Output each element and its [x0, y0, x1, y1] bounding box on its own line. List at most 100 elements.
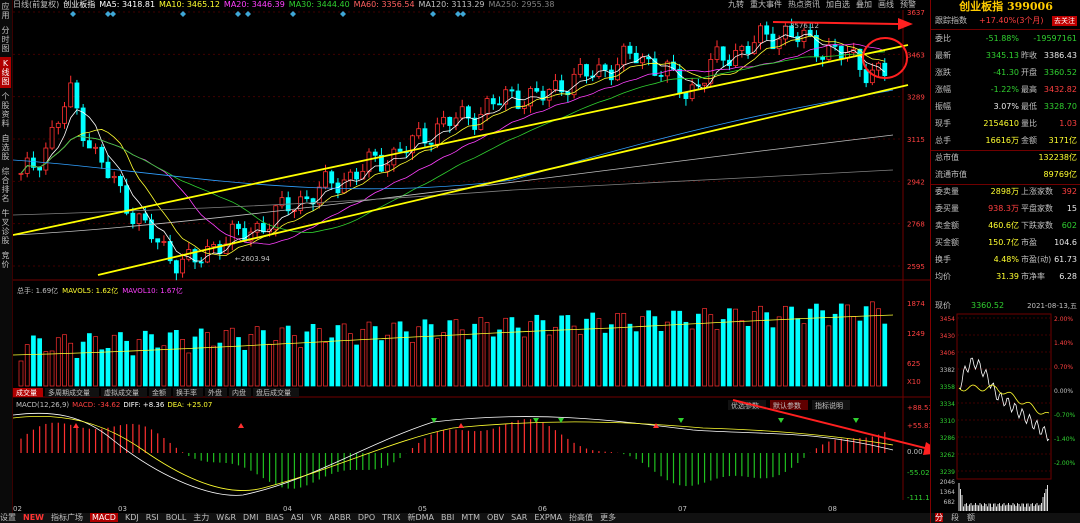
candle — [745, 45, 751, 54]
event-marker-icon[interactable] — [290, 11, 296, 17]
volume-bar — [609, 324, 614, 387]
quote-label: 市净率 — [1021, 272, 1045, 281]
left-tab[interactable]: 应用 — [0, 0, 11, 22]
quote-label: 买金额 — [935, 238, 959, 247]
left-tab[interactable]: 综合排名 — [0, 165, 11, 205]
candle — [74, 82, 80, 109]
indicator-tab-label: 多周期成交量 — [48, 388, 90, 397]
channel-upper-line[interactable] — [13, 44, 909, 236]
candle — [93, 146, 98, 149]
quote-value: -41.30 — [993, 68, 1019, 77]
bottom-indicator-tab[interactable]: BIAS — [265, 513, 283, 522]
period-label[interactable]: 日线(前复权) — [13, 0, 59, 9]
candle — [99, 146, 105, 163]
bottom-indicator-tab[interactable]: ASI — [291, 513, 304, 522]
bottom-indicator-tab[interactable]: 抬高值 — [569, 513, 593, 522]
toolbar-button[interactable]: 预警 — [900, 0, 916, 9]
mini-tab[interactable]: 分 — [935, 513, 943, 522]
event-marker-icon[interactable] — [340, 11, 346, 17]
bottom-indicator-tab[interactable]: VR — [311, 513, 322, 522]
bottom-indicator-tab[interactable]: 主力 — [193, 513, 209, 522]
toolbar-button[interactable]: 叠加 — [856, 0, 872, 9]
mini-price-value: 3360.52 — [971, 301, 1004, 310]
bottom-indicator-tab[interactable]: SAR — [511, 513, 527, 522]
bottom-indicator-tab[interactable]: DMI — [243, 513, 258, 522]
volume-axis-label: 1249 — [907, 330, 925, 338]
candle — [416, 128, 422, 137]
candle — [720, 46, 726, 61]
candle — [354, 171, 359, 180]
candle — [105, 161, 111, 179]
macd-legend: MACD(12,26,9) MACD: -34.62 DIFF: +8.36 DEA:… — [16, 401, 212, 409]
toolbar-button[interactable]: 热点资讯 — [788, 0, 820, 9]
volume-bar — [217, 342, 223, 387]
volume-bar — [814, 303, 819, 387]
volume-bar — [130, 355, 136, 387]
bottom-indicator-tab[interactable]: W&R — [216, 513, 236, 522]
candle — [615, 64, 620, 81]
volume-bar — [142, 330, 148, 387]
bottom-indicator-tab[interactable]: TRIX — [382, 513, 400, 522]
left-tab[interactable]: 牛叉诊股 — [0, 207, 11, 247]
bottom-indicator-tab[interactable]: BOLL — [166, 513, 187, 522]
bottom-indicator-tab[interactable]: NEW — [23, 513, 44, 522]
bottom-indicator-tab[interactable]: DPO — [358, 513, 375, 522]
volume-bar — [285, 325, 291, 387]
volume-bar — [658, 331, 664, 387]
toolbar-button[interactable]: 加自选 — [826, 0, 850, 9]
volume-bar — [664, 321, 670, 387]
volume-bar — [111, 334, 117, 387]
quote-row: 委比 -51.88% -19597161 — [935, 33, 1077, 45]
bottom-indicator-tab[interactable]: OBV — [487, 513, 504, 522]
candle — [124, 185, 130, 214]
volume-bar — [248, 334, 254, 387]
volume-legend: 总手: 1.69亿 MAVOL5: 1.62亿 MAVOL10: 1.67亿 — [17, 286, 183, 295]
bottom-indicator-tab[interactable]: MACD — [89, 513, 118, 522]
bottom-indicator-tab[interactable]: BBI — [441, 513, 454, 522]
indicator-tab-label: 金额 — [152, 388, 166, 397]
volume-bar — [590, 312, 596, 387]
mini-tab[interactable]: 段 — [951, 513, 959, 522]
left-tab[interactable]: 竞价 — [0, 249, 11, 271]
x-axis-month: 05 — [418, 505, 427, 513]
left-tab[interactable]: K线图 — [0, 57, 11, 88]
bottom-indicator-tab[interactable]: RSI — [146, 513, 159, 522]
event-marker-icon[interactable] — [245, 11, 251, 17]
left-tab[interactable]: 个股资料 — [0, 90, 11, 130]
toolbar-button[interactable]: 画线 — [878, 0, 894, 9]
kline-chart-area[interactable]: 3637346332893115294227682595—3576.12←260… — [13, 10, 930, 513]
quote-row: 振幅 3.07% 最低 3328.70 — [935, 101, 1077, 113]
event-marker-icon[interactable] — [110, 11, 116, 17]
toolbar-button[interactable]: 重大事件 — [750, 0, 782, 9]
bottom-indicator-tab[interactable]: EXPMA — [534, 513, 562, 522]
volume-bar — [472, 323, 477, 387]
left-tab[interactable]: 分时图 — [0, 24, 11, 55]
bottom-indicator-tab[interactable]: ARBR — [329, 513, 351, 522]
indicator-tab-label: 内盘 — [232, 388, 246, 397]
quote-row: 买金额 150.7亿 市盈 104.6 — [935, 237, 1077, 249]
volume-bar — [55, 337, 61, 387]
buy-signal-icon — [458, 423, 464, 428]
candle — [118, 175, 123, 187]
toolbar-button[interactable]: 九转 — [728, 0, 744, 9]
bottom-indicator-tab[interactable]: 指标广场 — [51, 513, 83, 522]
macd-axis-label: 0.00 — [907, 448, 923, 456]
event-marker-icon[interactable] — [235, 11, 241, 17]
bottom-indicator-tab[interactable]: 更多 — [600, 513, 616, 522]
mini-tab[interactable]: 额 — [967, 513, 975, 522]
event-marker-icon[interactable] — [430, 11, 436, 17]
event-marker-icon[interactable] — [70, 11, 76, 17]
bottom-indicator-tab[interactable]: KDJ — [125, 513, 139, 522]
bottom-indicator-tab[interactable]: 设置 — [0, 513, 16, 522]
quote-label: 现手 — [935, 119, 951, 128]
bottom-indicator-tab[interactable]: MTM — [461, 513, 480, 522]
candle — [428, 142, 434, 145]
bottom-indicator-tab[interactable]: 新DMA — [407, 513, 434, 522]
quote-row: 总手 16616万 金额 3171亿 — [935, 135, 1077, 147]
intraday-mini-chart[interactable]: 现价 3360.52 2021-08-13,五 3454 3430 3406 3382 335… — [931, 298, 1080, 513]
follow-button[interactable]: 去关注 — [1052, 16, 1077, 26]
left-tab[interactable]: 自选股 — [0, 132, 11, 163]
event-marker-icon[interactable] — [180, 11, 186, 17]
channel-lower-line[interactable] — [97, 84, 909, 276]
event-marker-icon[interactable] — [460, 11, 466, 17]
